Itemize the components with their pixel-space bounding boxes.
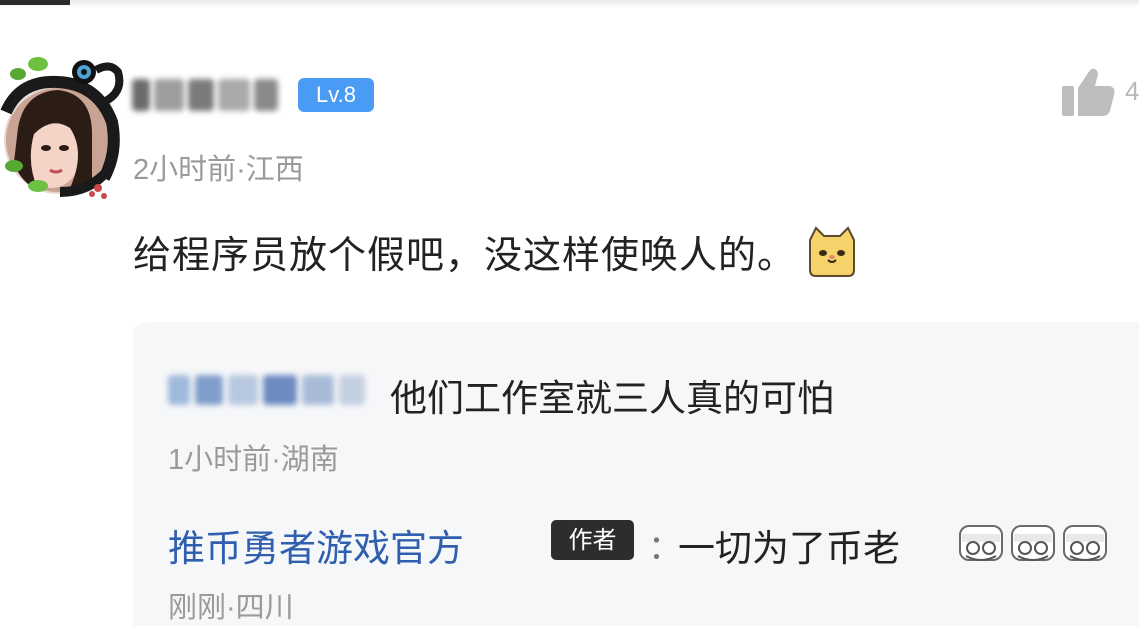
avatar[interactable] [0,42,125,202]
comment-time-location: 2小时前·江西 [133,154,304,186]
blur-block [228,375,258,405]
top-edge [0,0,1139,8]
reply-time-location: 1小时前·湖南 [168,444,339,476]
reply-text: 一切为了币老 [678,527,900,570]
blur-block [302,375,334,405]
avatar-frame-icon [0,57,124,199]
blur-block [132,79,150,111]
bill-emoji-icon [1011,525,1055,561]
thumbs-up-icon [1062,68,1115,116]
username-blurred[interactable] [132,70,280,120]
reply-separator: ： [648,528,682,568]
comment-text: 给程序员放个假吧，没这样使唤人的。 [133,233,797,277]
reply-text: 他们工作室就三人真的可怕 [390,377,834,420]
emoji-group [958,520,1108,566]
blur-block [154,79,184,111]
like-count: 4 [1125,76,1139,106]
bill-emoji-icon [1063,525,1107,561]
blur-block [263,375,297,405]
comment-body: 给程序员放个假吧，没这样使唤人的。 [133,224,858,279]
like-button[interactable] [1058,64,1118,120]
blur-block [195,375,223,405]
blur-block [218,79,250,111]
level-badge: Lv.8 [298,78,374,112]
blur-block [339,375,365,405]
cat-emoji-icon [809,225,856,277]
reply-time-location: 刚刚·四川 [168,592,294,624]
blur-block [254,79,278,111]
reply-username-blurred[interactable] [168,370,373,410]
bill-emoji-icon [959,525,1003,561]
blur-block [168,375,190,405]
reply-author-link[interactable]: 推币勇者游戏官方 [168,518,464,572]
author-badge: 作者 [551,520,634,560]
blur-block [188,79,214,111]
top-edge-dark [0,0,70,5]
